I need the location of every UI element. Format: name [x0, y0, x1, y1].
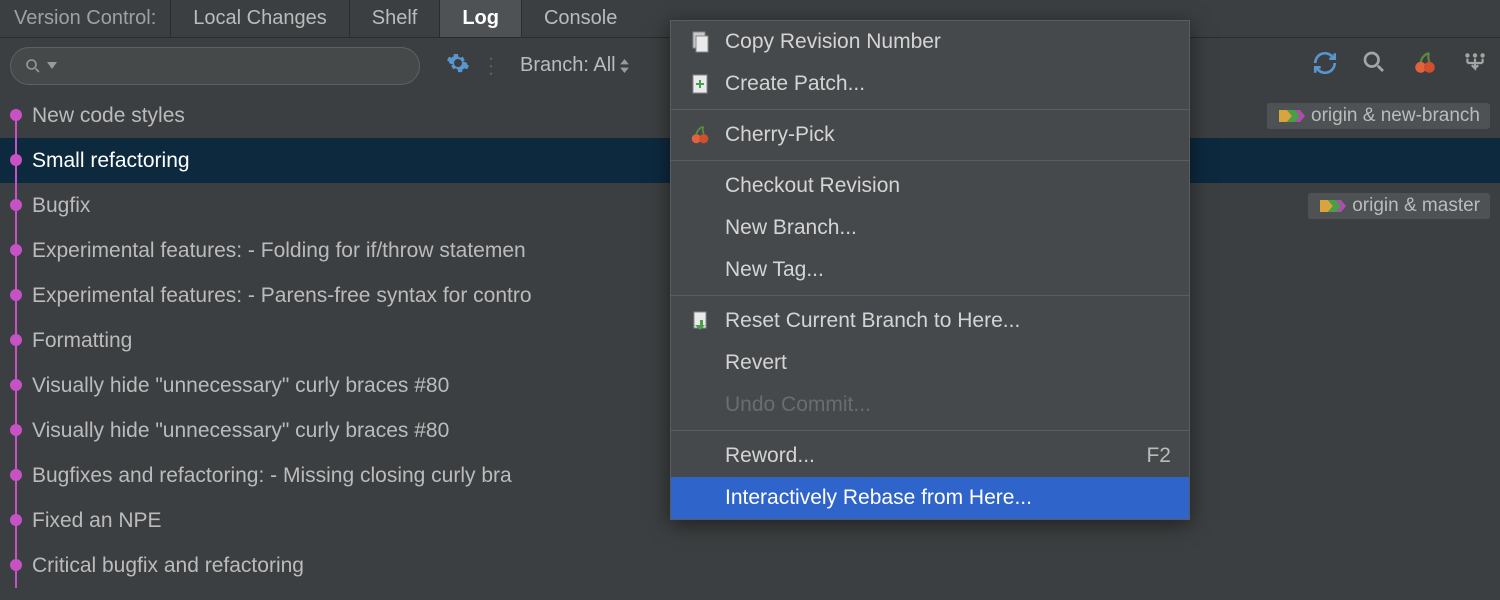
menu-item-checkout-revision[interactable]: Checkout Revision — [671, 165, 1189, 207]
commit-message: Fixed an NPE — [26, 509, 162, 533]
search-icon — [25, 58, 41, 74]
commit-message: Experimental features: - Parens-free syn… — [26, 284, 532, 308]
menu-item-label: Copy Revision Number — [725, 30, 941, 54]
commit-graph — [6, 363, 26, 408]
commit-dot — [10, 559, 22, 571]
menu-item-label: Undo Commit... — [725, 393, 871, 417]
menu-item-label: Reword... — [725, 444, 815, 468]
menu-item-label: Revert — [725, 351, 787, 375]
commit-message: Bugfixes and refactoring: - Missing clos… — [26, 464, 512, 488]
chevron-updown-icon — [619, 59, 630, 73]
commit-graph — [6, 453, 26, 498]
divider: ⋮ — [480, 53, 502, 79]
commit-dot — [10, 334, 22, 346]
menu-item-new-tag[interactable]: New Tag... — [671, 249, 1189, 291]
tab-log[interactable]: Log — [439, 0, 521, 37]
commit-dot — [10, 469, 22, 481]
menu-shortcut: F2 — [1146, 444, 1171, 468]
reset-icon — [689, 310, 711, 332]
menu-item-interactively-rebase-from-here[interactable]: Interactively Rebase from Here... — [671, 477, 1189, 519]
blank-icon — [689, 259, 711, 281]
commit-graph — [6, 543, 26, 588]
menu-separator — [671, 430, 1189, 431]
blank-icon — [689, 445, 711, 467]
menu-item-label: Reset Current Branch to Here... — [725, 309, 1020, 333]
menu-separator — [671, 295, 1189, 296]
cherry-icon — [689, 124, 711, 146]
commit-dot — [10, 154, 22, 166]
menu-item-reset-current-branch-to-here[interactable]: Reset Current Branch to Here... — [671, 300, 1189, 342]
commit-dot — [10, 424, 22, 436]
search-input[interactable] — [10, 47, 420, 85]
commit-graph — [6, 183, 26, 228]
gear-icon[interactable] — [446, 51, 470, 81]
blank-icon — [689, 487, 711, 509]
blank-icon — [689, 352, 711, 374]
commit-graph — [6, 93, 26, 138]
commit-message: Visually hide "unnecessary" curly braces… — [26, 419, 449, 443]
tab-console[interactable]: Console — [521, 0, 639, 37]
chevron-down-icon — [47, 62, 57, 69]
cherry-pick-icon[interactable] — [1412, 50, 1438, 76]
commit-message: Formatting — [26, 329, 132, 353]
branch-label[interactable]: origin & new-branch — [1267, 103, 1490, 129]
menu-item-copy-revision-number[interactable]: Copy Revision Number — [671, 21, 1189, 63]
commit-graph — [6, 498, 26, 543]
tag-icon — [1318, 198, 1346, 214]
commit-row[interactable]: Critical bugfix and refactoring — [0, 543, 1500, 588]
menu-item-undo-commit: Undo Commit... — [671, 384, 1189, 426]
commit-message: Small refactoring — [26, 149, 190, 173]
menu-item-cherry-pick[interactable]: Cherry-Pick — [671, 114, 1189, 156]
menu-item-new-branch[interactable]: New Branch... — [671, 207, 1189, 249]
commit-dot — [10, 109, 22, 121]
branch-filter[interactable]: Branch: All — [512, 50, 638, 81]
menu-item-revert[interactable]: Revert — [671, 342, 1189, 384]
menu-item-label: Cherry-Pick — [725, 123, 835, 147]
commit-dot — [10, 244, 22, 256]
vcs-tabs-label: Version Control: — [0, 0, 170, 37]
menu-item-label: New Tag... — [725, 258, 824, 282]
commit-message: Critical bugfix and refactoring — [26, 554, 304, 578]
commit-dot — [10, 199, 22, 211]
commit-message: New code styles — [26, 104, 185, 128]
commit-graph — [6, 228, 26, 273]
blank-icon — [689, 217, 711, 239]
menu-item-label: Checkout Revision — [725, 174, 900, 198]
patch-icon — [689, 73, 711, 95]
blank-icon — [689, 175, 711, 197]
toolbar-right-icons — [1312, 50, 1488, 76]
context-menu: Copy Revision Number Create Patch... Cherr… — [670, 20, 1190, 520]
tag-icon — [1277, 108, 1305, 124]
menu-item-label: New Branch... — [725, 216, 857, 240]
commit-dot — [10, 289, 22, 301]
commit-graph — [6, 318, 26, 363]
menu-item-label: Interactively Rebase from Here... — [725, 486, 1032, 510]
blank-icon — [689, 394, 711, 416]
menu-separator — [671, 109, 1189, 110]
menu-item-reword[interactable]: Reword... F2 — [671, 435, 1189, 477]
commit-graph — [6, 408, 26, 453]
menu-separator — [671, 160, 1189, 161]
copy-icon — [689, 31, 711, 53]
tab-local-changes[interactable]: Local Changes — [170, 0, 348, 37]
commit-graph — [6, 138, 26, 183]
commit-message: Bugfix — [26, 194, 90, 218]
tab-shelf[interactable]: Shelf — [349, 0, 440, 37]
commit-dot — [10, 514, 22, 526]
commit-message: Visually hide "unnecessary" curly braces… — [26, 374, 449, 398]
commit-dot — [10, 379, 22, 391]
intellisort-icon[interactable] — [1462, 50, 1488, 76]
commit-message: Experimental features: - Folding for if/… — [26, 239, 526, 263]
menu-item-label: Create Patch... — [725, 72, 865, 96]
menu-item-create-patch[interactable]: Create Patch... — [671, 63, 1189, 105]
commit-graph — [6, 273, 26, 318]
refresh-icon[interactable] — [1312, 50, 1338, 76]
branch-label[interactable]: origin & master — [1308, 193, 1490, 219]
search-icon[interactable] — [1362, 50, 1388, 76]
